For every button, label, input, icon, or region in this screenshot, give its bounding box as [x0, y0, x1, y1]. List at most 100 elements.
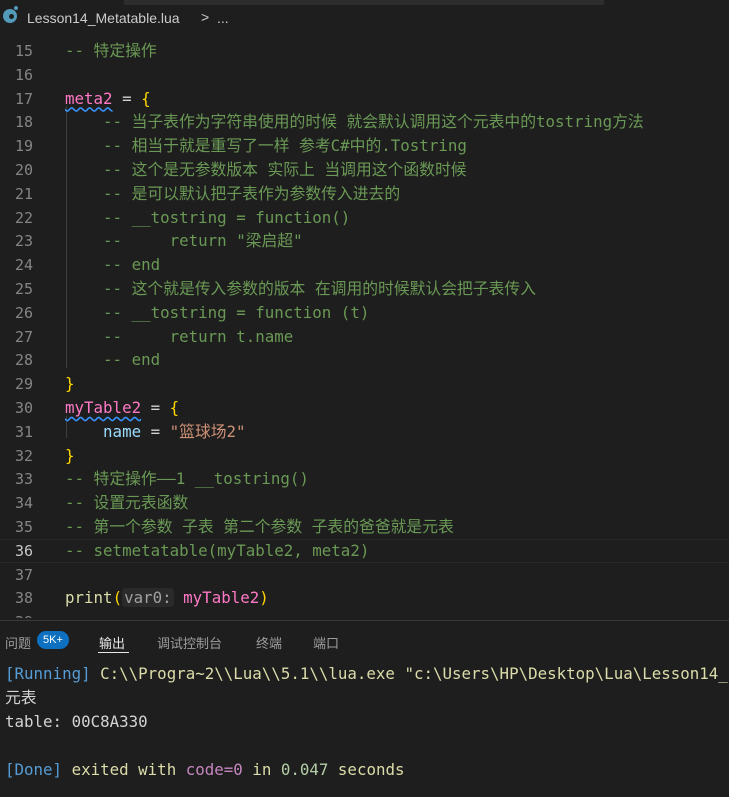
code-token: -- setmetatable(myTable2, meta2)	[65, 540, 370, 560]
panel-tabs: 问题 5K+ 输出 调试控制台 终端 端口	[0, 621, 729, 661]
code-token: name	[103, 421, 142, 441]
code-line[interactable]: 27 -- return t.name	[0, 325, 729, 349]
line-number: 21	[14, 184, 33, 203]
code-line[interactable]: 39	[0, 610, 729, 618]
code-token: (	[112, 588, 123, 608]
code-line[interactable]: 15 -- 特定操作	[0, 39, 729, 63]
code-token: -- end	[65, 255, 161, 275]
line-number: 36	[14, 541, 33, 560]
code-line[interactable]: 36 -- setmetatable(myTable2, meta2)	[0, 539, 729, 563]
code-line[interactable]: 37	[0, 563, 729, 587]
done-seconds: seconds	[328, 760, 405, 779]
code-line[interactable]: 38 print(var0: myTable2)	[0, 586, 729, 610]
line-number: 28	[14, 351, 33, 370]
code-token: }	[65, 445, 75, 465]
line-number: 20	[14, 161, 33, 179]
code-text: -- 这个就是传入参数的版本 在调用的时候默认会把子表传入	[65, 277, 536, 301]
code-line[interactable]: 31 name = "篮球场2"	[0, 420, 729, 444]
tab-terminal[interactable]: 终端	[256, 633, 282, 652]
line-number: 31	[14, 422, 33, 441]
code-text: -- 当子表作为字符串使用的时候 就会默认调用这个元表中的tostring方法	[65, 110, 644, 134]
code-line[interactable]: 22 -- __tostring = function()	[0, 206, 729, 230]
line-number: 18	[14, 113, 33, 132]
code-token: -- 相当于就是重写了一样 参考C#中的.Tostring	[65, 136, 467, 156]
tab-debug-console[interactable]: 调试控制台	[157, 633, 222, 652]
code-token: var0:	[122, 588, 174, 608]
code-line[interactable]: 28 -- end	[0, 348, 729, 372]
code-text: print(var0: myTable2)	[65, 586, 269, 610]
code-text: -- end	[65, 253, 160, 277]
code-text: -- 特定操作——1 __tostring()	[65, 467, 309, 491]
code-text: myTable2 = {	[65, 396, 179, 420]
code-token: {	[141, 88, 151, 108]
code-line[interactable]: 30 myTable2 = {	[0, 396, 729, 420]
code-token: "篮球场2"	[169, 421, 246, 441]
line-number: 39	[0, 610, 33, 618]
code-line[interactable]: 16	[0, 63, 729, 87]
code-token: -- __tostring = function()	[65, 207, 351, 227]
line-number: 24	[14, 256, 33, 275]
code-text: -- 设置元表函数	[65, 491, 188, 515]
code-token: -- 设置元表函数	[65, 493, 189, 513]
code-editor[interactable]: 15 -- 特定操作 16 17 meta2 = {18 -- 当子表作为字符串使用的时…	[0, 34, 729, 618]
tab-problems[interactable]: 问题	[5, 633, 31, 652]
code-token: =	[112, 88, 142, 108]
code-text: }	[65, 372, 75, 396]
line-number: 27	[14, 327, 33, 346]
code-token: -- return "梁启超"	[65, 231, 303, 251]
code-text: -- 相当于就是重写了一样 参考C#中的.Tostring	[65, 134, 467, 158]
code-line[interactable]: 23 -- return "梁启超"	[0, 229, 729, 253]
tab-strip	[124, 0, 604, 5]
code-line[interactable]: 33 -- 特定操作——1 __tostring()	[0, 467, 729, 491]
code-line[interactable]: 25 -- 这个就是传入参数的版本 在调用的时候默认会把子表传入	[0, 277, 729, 301]
line-number: 33	[14, 470, 33, 489]
code-line[interactable]: 24 -- end	[0, 253, 729, 277]
code-line[interactable]: 18 -- 当子表作为字符串使用的时候 就会默认调用这个元表中的tostring…	[0, 110, 729, 134]
line-number: 23	[14, 232, 33, 251]
code-line[interactable]: 29}	[0, 372, 729, 396]
active-tab-indicator	[98, 652, 129, 653]
code-text: -- setmetatable(myTable2, meta2)	[65, 539, 369, 563]
code-token: -- 是可以默认把子表作为参数传入进去的	[65, 183, 401, 203]
line-number: 19	[14, 137, 33, 156]
output-panel: 问题 5K+ 输出 调试控制台 终端 端口 [Running] C:\\Prog…	[0, 620, 729, 797]
code-line[interactable]: 21 -- 是可以默认把子表作为参数传入进去的	[0, 182, 729, 206]
code-line[interactable]: 34 -- 设置元表函数	[0, 491, 729, 515]
code-line[interactable]: 26 -- __tostring = function (t)	[0, 301, 729, 325]
code-text: name = "篮球场2"	[65, 420, 246, 444]
code-line[interactable]: 20 -- 这个是无参数版本 实际上 当调用这个函数时候	[0, 158, 729, 182]
done-tag: [Done]	[5, 760, 63, 779]
output-line: 元表	[5, 688, 37, 707]
output-line-done: [Done] exited with code=0 in 0.047 secon…	[5, 758, 405, 782]
code-text: -- __tostring = function (t)	[65, 301, 369, 325]
breadcrumb-file[interactable]: Lesson14_Metatable.lua	[27, 10, 180, 26]
tab-ports[interactable]: 端口	[313, 633, 339, 652]
code-token: -- 这个就是传入参数的版本 在调用的时候默认会把子表传入	[65, 279, 537, 298]
line-number: 22	[14, 208, 33, 227]
code-line[interactable]: 19 -- 相当于就是重写了一样 参考C#中的.Tostring	[0, 134, 729, 158]
line-number: 26	[14, 303, 33, 322]
done-code: code=0	[185, 760, 243, 779]
tab-output[interactable]: 输出	[99, 633, 125, 652]
code-line[interactable]: 35 -- 第一个参数 子表 第二个参数 子表的爸爸就是元表	[0, 515, 729, 539]
code-token: myTable2	[65, 398, 142, 417]
output-line-running: [Running] C:\\Progra~2\\Lua\\5.1\\lua.ex…	[5, 662, 728, 686]
breadcrumb: Lesson14_Metatable.lua > ...	[0, 0, 729, 34]
output-line: table: 00C8A330	[5, 712, 148, 731]
code-text: -- 特定操作	[65, 39, 157, 63]
code-token: =	[141, 398, 170, 417]
breadcrumb-symbols[interactable]: ...	[217, 10, 229, 26]
lua-file-icon	[3, 6, 18, 23]
code-text: -- __tostring = function()	[65, 206, 350, 230]
code-line[interactable]: 32}	[0, 444, 729, 468]
code-text: }	[65, 444, 75, 468]
code-line[interactable]: 17 meta2 = {	[0, 87, 729, 111]
line-number: 32	[14, 446, 33, 465]
code-token: -- 当子表作为字符串使用的时候 就会默认调用这个元表中的tostring方法	[65, 112, 644, 132]
problems-count-badge: 5K+	[37, 631, 69, 649]
code-token: -- 这个是无参数版本 实际上 当调用这个函数时候	[65, 160, 467, 179]
done-exited: exited with	[62, 760, 186, 779]
line-number: 38	[14, 589, 33, 608]
code-token: meta2	[65, 88, 113, 108]
